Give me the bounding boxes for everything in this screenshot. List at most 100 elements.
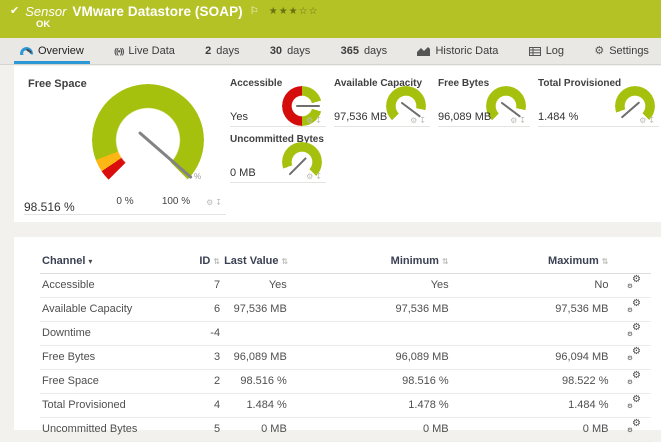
channel-name: Free Space: [40, 370, 182, 394]
table-header-row: Channel▾ ID⇅ Last Value⇅ Minimum⇅ Maximu…: [40, 250, 651, 274]
gear-icon[interactable]: ⚙: [410, 116, 419, 125]
overview-gauge-icon: [20, 47, 33, 55]
column-header-maximum[interactable]: Maximum⇅: [451, 250, 611, 274]
edit-channel-icon[interactable]: ⚙⚙: [627, 278, 641, 289]
gauge-action-icons[interactable]: ⚙↧: [306, 116, 324, 125]
sort-icon: ⇅: [602, 257, 609, 266]
edit-channel-icon[interactable]: ⚙⚙: [627, 326, 641, 337]
table-row-available-capacity[interactable]: Available Capacity 6 97,536 MB 97,536 MB…: [40, 298, 651, 322]
column-header-id[interactable]: ID⇅: [182, 250, 222, 274]
table-row-total-provisioned[interactable]: Total Provisioned 4 1.484 % 1.478 % 1.48…: [40, 394, 651, 418]
channels-table: Channel▾ ID⇅ Last Value⇅ Minimum⇅ Maximu…: [40, 250, 651, 442]
tab-historic-data[interactable]: Historic Data: [411, 38, 504, 64]
column-label: Last Value: [224, 255, 278, 267]
gauge-title: Free Bytes: [438, 78, 489, 89]
overview-gauges-panel: Free Space % 0 % 100 % 98.516 % ⚙↧ Acces…: [14, 66, 661, 222]
gauge-action-icons[interactable]: ⚙↧: [206, 198, 224, 207]
gauge-action-icons[interactable]: ⚙↧: [306, 172, 324, 181]
pin-icon[interactable]: ↧: [215, 198, 224, 207]
tab-label: days: [364, 45, 387, 57]
gear-icon: ⚙: [627, 308, 633, 315]
gear-icon[interactable]: ⚙: [306, 116, 315, 125]
tab-label: Settings: [609, 45, 649, 57]
channel-maximum: 97,536 MB: [451, 298, 611, 322]
channel-last-value: [222, 322, 289, 346]
priority-stars[interactable]: ★★★☆☆: [269, 3, 319, 20]
channel-last-value: 1.484 %: [222, 394, 289, 418]
gear-icon: ⚙: [632, 347, 641, 357]
free-bytes-gauge-block: Free Bytes 96,089 MB ⚙↧: [438, 74, 530, 127]
gauge-action-icons[interactable]: ⚙↧: [639, 116, 657, 125]
tab-overview[interactable]: Overview: [14, 38, 90, 64]
tab-number: 2: [205, 45, 211, 57]
gear-icon: ⚙: [627, 284, 633, 291]
column-header-last-value[interactable]: Last Value⇅: [222, 250, 289, 274]
channel-id: 3: [182, 346, 222, 370]
gauge-action-icons[interactable]: ⚙↧: [410, 116, 428, 125]
gear-icon[interactable]: ⚙: [306, 172, 315, 181]
tab-2-days[interactable]: 2 days: [199, 38, 245, 64]
gauge-title: Accessible: [230, 78, 282, 89]
channel-last-value: 97,536 MB: [222, 298, 289, 322]
gauge-value: 1.484 %: [538, 111, 578, 123]
flag-icon[interactable]: ⚐: [250, 3, 259, 20]
gear-icon[interactable]: ⚙: [639, 116, 648, 125]
gauge-title: Free Space: [28, 78, 87, 90]
gear-icon: ⚙: [632, 275, 641, 285]
gauge-scale-max-label: 100 %: [154, 196, 198, 207]
channel-last-value: 96,089 MB: [222, 346, 289, 370]
pin-icon[interactable]: ↧: [519, 116, 528, 125]
channel-id: 6: [182, 298, 222, 322]
channel-id: 4: [182, 394, 222, 418]
sensor-kind-label: Sensor: [25, 3, 66, 20]
table-row-free-space[interactable]: Free Space 2 98.516 % 98.516 % 98.522 % …: [40, 370, 651, 394]
pin-icon[interactable]: ↧: [419, 116, 428, 125]
gauge-value: 97,536 MB: [334, 111, 387, 123]
column-header-channel[interactable]: Channel▾: [40, 250, 182, 274]
table-row-free-bytes[interactable]: Free Bytes 3 96,089 MB 96,089 MB 96,094 …: [40, 346, 651, 370]
edit-channel-icon[interactable]: ⚙⚙: [627, 302, 641, 313]
tab-live-data[interactable]: ((•)) Live Data: [108, 38, 181, 64]
pin-icon[interactable]: ↧: [648, 116, 657, 125]
channel-maximum: [451, 322, 611, 346]
gear-icon: ⚙: [627, 356, 633, 363]
edit-channel-icon[interactable]: ⚙⚙: [627, 398, 641, 409]
tab-log[interactable]: Log: [523, 38, 570, 64]
tab-number: 30: [270, 45, 282, 57]
available-capacity-gauge-block: Available Capacity 97,536 MB ⚙↧: [334, 74, 430, 127]
tab-365-days[interactable]: 365 days: [335, 38, 394, 64]
status-ok-check-icon: ✔: [10, 3, 19, 20]
pin-icon[interactable]: ↧: [315, 116, 324, 125]
gear-icon: ⚙: [627, 428, 633, 435]
free-space-gauge-block: Free Space % 0 % 100 % 98.516 % ⚙↧: [24, 74, 226, 215]
column-label: ID: [199, 255, 210, 267]
sort-icon: ⇅: [213, 257, 220, 266]
gauge-value: 96,089 MB: [438, 111, 491, 123]
sensor-header: ✔ Sensor VMware Datastore (SOAP) ⚐ ★★★☆☆…: [0, 0, 661, 38]
sensor-status-badge: OK: [36, 19, 661, 30]
edit-channel-icon[interactable]: ⚙⚙: [627, 422, 641, 433]
table-row-accessible[interactable]: Accessible 7 Yes Yes No ⚙⚙: [40, 274, 651, 298]
gauge-value: 98.516 %: [24, 200, 75, 214]
gauge-action-icons[interactable]: ⚙↧: [510, 116, 528, 125]
tab-label: Live Data: [128, 45, 174, 57]
column-header-minimum[interactable]: Minimum⇅: [289, 250, 451, 274]
channel-name: Downtime: [40, 322, 182, 346]
gear-icon: ⚙: [632, 395, 641, 405]
tab-settings[interactable]: ⚙ Settings: [588, 38, 655, 64]
settings-gear-icon: ⚙: [594, 46, 604, 57]
historic-data-chart-icon: [417, 47, 430, 56]
edit-channel-icon[interactable]: ⚙⚙: [627, 374, 641, 385]
prtg-sensor-overview-page: { "header": { "status_icon": "✔", "kind"…: [0, 0, 661, 430]
channel-maximum: 96,094 MB: [451, 346, 611, 370]
table-row-downtime[interactable]: Downtime -4 ⚙⚙: [40, 322, 651, 346]
gear-icon[interactable]: ⚙: [510, 116, 519, 125]
edit-channel-icon[interactable]: ⚙⚙: [627, 350, 641, 361]
channel-minimum: 96,089 MB: [289, 346, 451, 370]
gauge-value: Yes: [230, 111, 248, 123]
tab-bar: Overview ((•)) Live Data 2 days 30 days …: [0, 38, 661, 65]
gauge-value: 0 MB: [230, 167, 256, 179]
tab-30-days[interactable]: 30 days: [264, 38, 317, 64]
pin-icon[interactable]: ↧: [315, 172, 324, 181]
gear-icon[interactable]: ⚙: [206, 198, 215, 207]
